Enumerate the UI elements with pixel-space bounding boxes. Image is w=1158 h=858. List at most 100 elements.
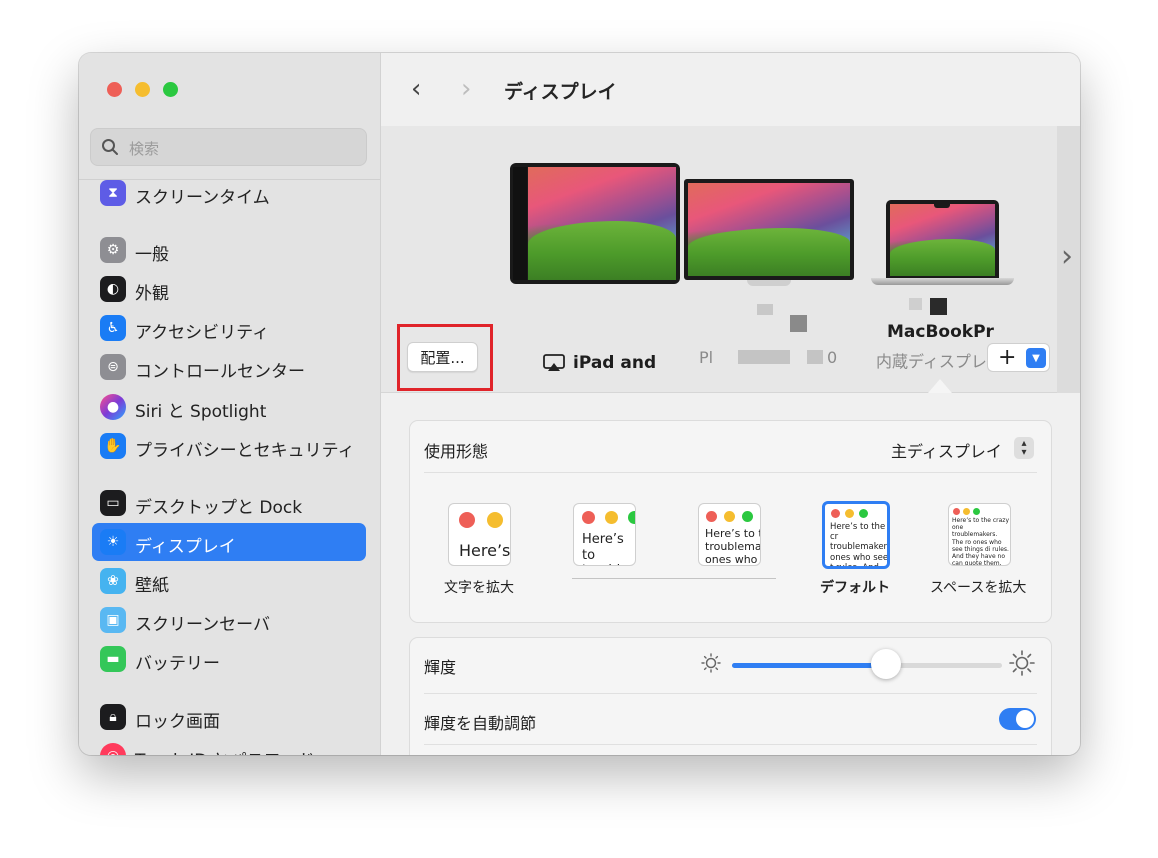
brightness-slider[interactable] <box>732 663 1002 668</box>
sidebar-item-desktop-dock[interactable]: ▭ デスクトップと Dock <box>92 484 366 522</box>
sidebar-item-general[interactable]: ⚙ 一般 <box>92 231 366 269</box>
resolution-range-line <box>572 578 776 579</box>
green-dot <box>859 509 868 518</box>
resolution-option-more-space[interactable]: Here’s to the crazy one troublemakers. T… <box>948 503 1011 566</box>
minimize-button[interactable] <box>135 82 150 97</box>
redacted-block <box>807 350 823 364</box>
sidebar-item-accessibility[interactable]: ♿ アクセシビリティ <box>92 309 366 347</box>
brightness-slider-knob[interactable] <box>870 649 901 679</box>
resolution-option-default[interactable]: Here’s to the cr troublemakers. ones who… <box>822 501 890 569</box>
resolution-sample-text: Here’s to t troublema ones who <box>705 527 761 566</box>
close-button[interactable] <box>107 82 122 97</box>
redacted-block <box>790 315 807 332</box>
red-dot <box>706 511 717 522</box>
sidecar-sidebar <box>513 167 527 280</box>
red-dot <box>459 512 475 528</box>
dock-icon: ▭ <box>100 490 126 516</box>
forward-chevron-icon[interactable]: › <box>461 76 481 102</box>
sidebar-item-battery[interactable]: ▬ バッテリー <box>92 640 366 678</box>
siri-icon: ● <box>100 394 126 420</box>
highlight-annotation <box>397 324 493 391</box>
sidebar-item-lock-screen[interactable]: 🔒︎ ロック画面 <box>92 698 366 736</box>
macbook-display[interactable] <box>886 200 999 278</box>
brightness-slider-fill <box>732 663 886 668</box>
sidebar-item-label: バッテリー <box>135 654 220 674</box>
resolution-sample-text: Here’s <box>459 541 511 560</box>
divider <box>424 693 1037 694</box>
lock-icon: 🔒︎ <box>100 704 126 730</box>
external-sub-label: Pl <box>699 348 714 367</box>
selection-pointer <box>928 379 952 393</box>
hourglass-icon: ⧗ <box>100 180 126 206</box>
external-sub-label-end: 0 <box>827 348 838 367</box>
battery-icon: ▬ <box>100 646 126 672</box>
resolution-caption: 文字を拡大 <box>444 580 514 596</box>
sidebar-item-wallpaper[interactable]: ❀ 壁紙 <box>92 562 366 600</box>
sidebar-item-label: Touch ID とパスワード <box>135 746 315 755</box>
add-display-popup[interactable]: + ▼ <box>987 343 1050 372</box>
auto-brightness-label: 輝度を自動調節 <box>424 714 537 733</box>
resolution-option-larger-text[interactable]: Here’s <box>448 503 511 566</box>
system-settings-window: 検索 ⧗ スクリーンタイム ⚙ 一般 ◐ 外観 ♿ アクセシビリティ ⊜ コント… <box>79 53 1080 755</box>
red-dot <box>953 508 960 515</box>
redacted-block <box>738 350 790 364</box>
zoom-button[interactable] <box>163 82 178 97</box>
sidebar-item-displays[interactable]: ☀ ディスプレイ <box>92 523 366 561</box>
sidebar-item-label: ディスプレイ <box>135 537 236 557</box>
resolution-option-2[interactable]: Here’s to troublem <box>573 503 636 566</box>
yellow-dot <box>845 509 854 518</box>
fingerprint-icon: ◎ <box>100 743 126 755</box>
add-button[interactable]: + <box>998 344 1016 371</box>
toggle-knob <box>1016 710 1034 728</box>
sidebar-item-screensaver[interactable]: ▣ スクリーンセーバ <box>92 601 366 639</box>
back-chevron-icon[interactable]: ‹ <box>411 76 431 102</box>
chevron-down-icon[interactable]: ▼ <box>1026 348 1046 368</box>
appearance-icon: ◐ <box>100 276 126 302</box>
accessibility-icon: ♿ <box>100 315 126 341</box>
brightness-card: 輝度 輝度を自動調節 <box>409 637 1052 755</box>
resolution-caption: スペースを拡大 <box>930 580 1027 596</box>
macbook-label: MacBookPr <box>887 322 994 342</box>
updown-chevron-icon[interactable]: ▴ ▾ <box>1014 437 1034 459</box>
sidebar-item-label: コントロールセンター <box>135 362 305 382</box>
usage-label: 使用形態 <box>424 442 489 461</box>
macbook-base <box>871 278 1014 285</box>
auto-brightness-toggle[interactable] <box>999 708 1036 730</box>
sidebar-item-siri-spotlight[interactable]: ● Siri と Spotlight <box>92 388 366 426</box>
red-dot <box>582 511 595 524</box>
external-screen <box>688 183 850 276</box>
sidebar-item-label: プライバシーとセキュリティ <box>135 441 355 461</box>
hand-icon: ✋ <box>100 433 126 459</box>
sidebar-item-control-center[interactable]: ⊜ コントロールセンター <box>92 348 366 386</box>
airplay-icon <box>543 354 565 371</box>
brightness-low-icon <box>701 653 721 673</box>
ipad-display[interactable] <box>510 163 680 284</box>
scroll-right-chevron-icon[interactable]: › <box>1061 239 1073 274</box>
sidebar-item-label: 外観 <box>135 284 169 304</box>
sidebar-item-appearance[interactable]: ◐ 外観 <box>92 270 366 308</box>
macbook-screen <box>890 204 995 276</box>
resolution-option-3[interactable]: Here’s to t troublema ones who <box>698 503 761 566</box>
sidebar-item-privacy-security[interactable]: ✋ プライバシーとセキュリティ <box>92 427 366 465</box>
sidebar-item-touch-id[interactable]: ◎ Touch ID とパスワード <box>92 737 366 755</box>
macbook-sub-label: 内蔵ディスプレ <box>876 352 987 371</box>
sun-icon: ☀ <box>100 529 126 555</box>
yellow-dot <box>605 511 618 524</box>
yellow-dot <box>724 511 735 522</box>
yellow-dot <box>963 508 970 515</box>
sidebar-item-screen-time[interactable]: ⧗ スクリーンタイム <box>92 174 366 212</box>
usage-resolution-card: 使用形態 主ディスプレイ ▴▾ Here’s 文字を拡大 Here’s to t… <box>409 420 1052 623</box>
wallpaper-image <box>528 167 676 280</box>
sidebar-item-label: スクリーンセーバ <box>135 615 270 635</box>
wallpaper-image <box>688 183 850 276</box>
search-field[interactable]: 検索 <box>90 128 367 166</box>
usage-value[interactable]: 主ディスプレイ <box>891 438 1002 462</box>
red-dot <box>831 509 840 518</box>
divider <box>424 472 1037 473</box>
resolution-sample-text: Here’s to the cr troublemakers. ones who… <box>830 522 890 569</box>
external-display[interactable] <box>684 179 854 280</box>
green-dot <box>628 511 635 524</box>
sidebar-item-label: Siri と Spotlight <box>135 402 267 422</box>
search-placeholder: 検索 <box>129 140 160 158</box>
green-dot <box>742 511 753 522</box>
